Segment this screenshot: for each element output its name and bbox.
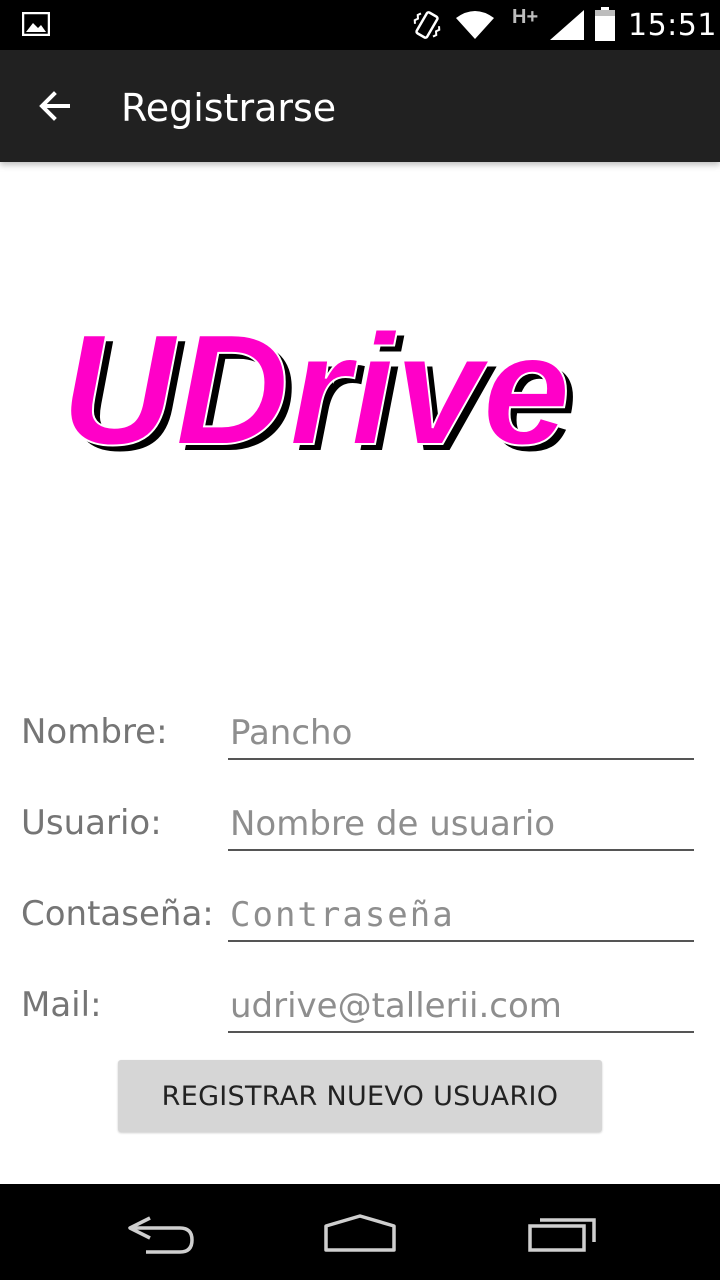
wifi-icon (456, 11, 494, 39)
nav-back-button[interactable] (110, 1204, 210, 1264)
network-type-label: H+ (512, 6, 539, 28)
mail-label: Mail: (21, 985, 102, 1025)
form-row-contrasena: Contaseña: (0, 882, 720, 962)
back-button[interactable] (20, 74, 92, 138)
form-row-usuario: Usuario: (0, 791, 720, 871)
logo-text: UDrive (61, 302, 570, 478)
password-field[interactable] (228, 890, 694, 942)
nav-home-icon (324, 1214, 396, 1252)
status-bar: H+ 15:51 (0, 0, 720, 50)
contrasena-label: Contaseña: (21, 894, 214, 934)
email-field[interactable] (228, 981, 694, 1033)
navigation-bar (0, 1184, 720, 1280)
arrow-back-icon (39, 91, 70, 121)
vibrate-icon (413, 11, 441, 39)
signal-icon (550, 10, 584, 40)
battery-icon (595, 7, 615, 41)
clock: 15:51 (628, 8, 717, 43)
action-bar: Registrarse (0, 50, 720, 162)
udrive-logo: UDrive UDrive (60, 301, 577, 480)
usuario-label: Usuario: (21, 803, 162, 843)
page-title: Registrarse (121, 86, 337, 130)
usuario-field[interactable] (228, 799, 694, 851)
nav-recents-button[interactable] (510, 1204, 610, 1264)
nav-recents-icon (528, 1218, 596, 1252)
nav-back-icon (128, 1216, 194, 1254)
register-button[interactable]: REGISTRAR NUEVO USUARIO (118, 1060, 602, 1132)
form-row-nombre: Nombre: (0, 700, 720, 780)
nav-home-button[interactable] (310, 1204, 410, 1264)
gallery-icon (22, 12, 50, 36)
nombre-label: Nombre: (21, 712, 168, 752)
nombre-field[interactable] (228, 708, 694, 760)
form-row-mail: Mail: (0, 973, 720, 1053)
